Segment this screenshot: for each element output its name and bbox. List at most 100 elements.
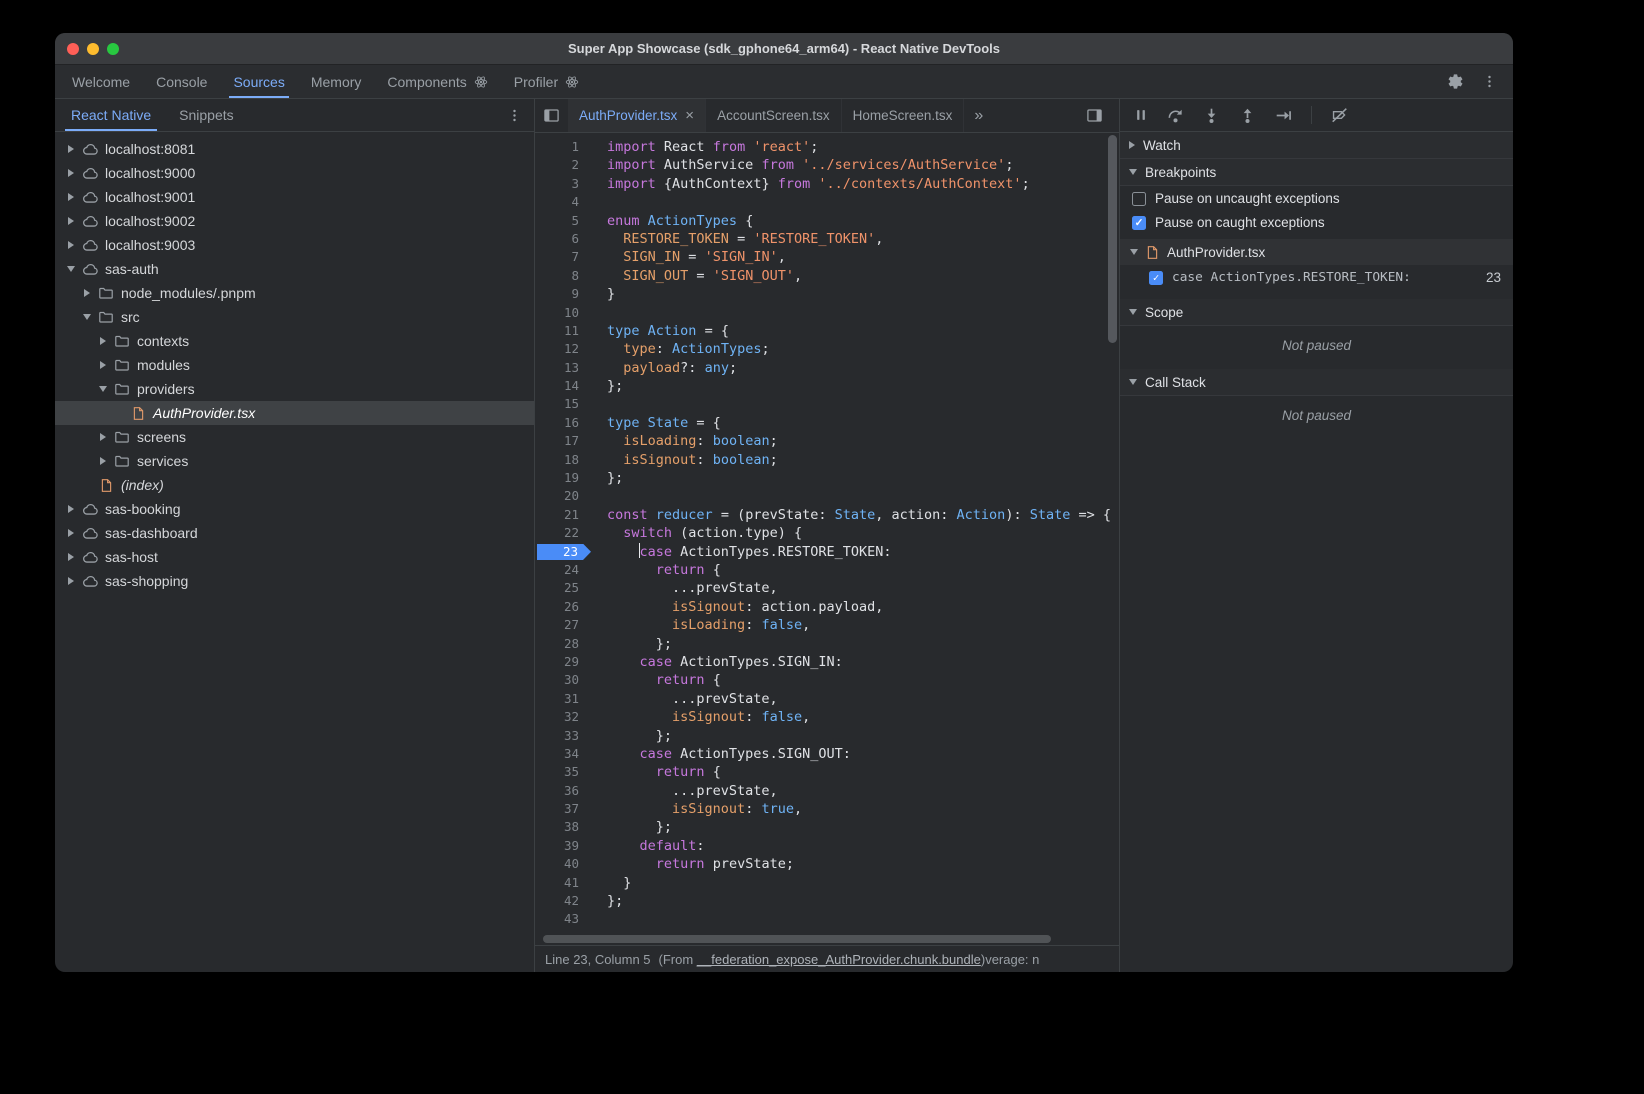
code-line-36[interactable]: 36 ...prevState,	[535, 782, 1119, 800]
code-line-24[interactable]: 24 return {	[535, 561, 1119, 579]
chevron-right-icon[interactable]	[100, 457, 106, 465]
line-number[interactable]: 24	[535, 561, 593, 579]
line-number[interactable]: 6	[535, 230, 593, 248]
line-number[interactable]: 9	[535, 285, 593, 303]
chevron-right-icon[interactable]	[68, 529, 74, 537]
code-line-18[interactable]: 18 isSignout: boolean;	[535, 451, 1119, 469]
code-line-26[interactable]: 26 isSignout: action.payload,	[535, 598, 1119, 616]
tree-item-sas-shopping[interactable]: sas-shopping	[55, 569, 534, 593]
line-number[interactable]: 42	[535, 892, 593, 910]
code-line-33[interactable]: 33 };	[535, 727, 1119, 745]
line-number[interactable]: 28	[535, 635, 593, 653]
tree-item-providers[interactable]: providers	[55, 377, 534, 401]
tab-components[interactable]: Components	[374, 65, 500, 98]
breakpoint-entry[interactable]: case ActionTypes.RESTORE_TOKEN:23	[1120, 265, 1513, 290]
code-line-28[interactable]: 28 };	[535, 635, 1119, 653]
tree-item-index[interactable]: (index)	[55, 473, 534, 497]
chevron-down-icon[interactable]	[83, 314, 91, 320]
line-number[interactable]: 40	[535, 855, 593, 873]
tree-item-localhost-9000[interactable]: localhost:9000	[55, 161, 534, 185]
line-number[interactable]: 22	[535, 524, 593, 542]
code-line-37[interactable]: 37 isSignout: true,	[535, 800, 1119, 818]
code-line-12[interactable]: 12 type: ActionTypes;	[535, 340, 1119, 358]
pause-on-uncaught-checkbox[interactable]	[1132, 192, 1146, 206]
line-number[interactable]: 8	[535, 267, 593, 285]
chevron-right-icon[interactable]	[84, 289, 90, 297]
code-line-21[interactable]: 21const reducer = (prevState: State, act…	[535, 506, 1119, 524]
code-line-40[interactable]: 40 return prevState;	[535, 855, 1119, 873]
chevron-right-icon[interactable]	[100, 361, 106, 369]
code-line-29[interactable]: 29 case ActionTypes.SIGN_IN:	[535, 653, 1119, 671]
code-line-4[interactable]: 4	[535, 193, 1119, 211]
code-line-35[interactable]: 35 return {	[535, 763, 1119, 781]
code-line-39[interactable]: 39 default:	[535, 837, 1119, 855]
code-line-42[interactable]: 42};	[535, 892, 1119, 910]
code-line-9[interactable]: 9}	[535, 285, 1119, 303]
line-number[interactable]: 13	[535, 359, 593, 377]
chevron-right-icon[interactable]	[68, 505, 74, 513]
breakpoint-marker[interactable]: 23	[537, 544, 591, 560]
editor-tab-accountscreen-tsx[interactable]: AccountScreen.tsx	[706, 99, 842, 132]
tree-item-authprovider-tsx[interactable]: AuthProvider.tsx	[55, 401, 534, 425]
line-number[interactable]: 34	[535, 745, 593, 763]
step-over-icon[interactable]	[1167, 107, 1184, 124]
line-number[interactable]: 36	[535, 782, 593, 800]
settings-gear-icon[interactable]	[1447, 73, 1464, 90]
chevron-down-icon[interactable]	[99, 386, 107, 392]
vertical-scrollbar[interactable]	[1108, 135, 1117, 343]
line-number[interactable]: 30	[535, 671, 593, 689]
navigator-tab-snippets[interactable]: Snippets	[165, 99, 247, 131]
code-line-41[interactable]: 41 }	[535, 874, 1119, 892]
code-line-8[interactable]: 8 SIGN_OUT = 'SIGN_OUT',	[535, 267, 1119, 285]
line-number[interactable]: 33	[535, 727, 593, 745]
step-into-icon[interactable]	[1203, 107, 1220, 124]
code-line-17[interactable]: 17 isLoading: boolean;	[535, 432, 1119, 450]
tree-item-localhost-9001[interactable]: localhost:9001	[55, 185, 534, 209]
line-number[interactable]: 27	[535, 616, 593, 634]
code-line-23[interactable]: 23 case ActionTypes.RESTORE_TOKEN:	[535, 543, 1119, 561]
line-number[interactable]: 10	[535, 304, 593, 322]
code-line-10[interactable]: 10	[535, 304, 1119, 322]
navigator-tab-react-native[interactable]: React Native	[57, 99, 165, 131]
tab-console[interactable]: Console	[143, 65, 220, 98]
toggle-navigator-icon[interactable]	[535, 107, 568, 124]
code-line-7[interactable]: 7 SIGN_IN = 'SIGN_IN',	[535, 248, 1119, 266]
line-number[interactable]: 11	[535, 322, 593, 340]
scope-section-header[interactable]: Scope	[1120, 299, 1513, 326]
watch-section-header[interactable]: Watch	[1120, 132, 1513, 159]
code-line-38[interactable]: 38 };	[535, 818, 1119, 836]
chevron-right-icon[interactable]	[68, 145, 74, 153]
code-line-30[interactable]: 30 return {	[535, 671, 1119, 689]
horizontal-scrollbar[interactable]	[543, 935, 1051, 943]
code-line-13[interactable]: 13 payload?: any;	[535, 359, 1119, 377]
close-tab-icon[interactable]: ×	[685, 108, 694, 123]
code-line-22[interactable]: 22 switch (action.type) {	[535, 524, 1119, 542]
line-number[interactable]: 43	[535, 910, 593, 928]
line-number[interactable]: 16	[535, 414, 593, 432]
line-number[interactable]: 14	[535, 377, 593, 395]
code-line-5[interactable]: 5enum ActionTypes {	[535, 212, 1119, 230]
tree-item-localhost-9003[interactable]: localhost:9003	[55, 233, 534, 257]
chevron-right-icon[interactable]	[100, 337, 106, 345]
tab-profiler[interactable]: Profiler	[501, 65, 592, 98]
line-number[interactable]: 38	[535, 818, 593, 836]
chevron-down-icon[interactable]	[67, 266, 75, 272]
code-editor[interactable]: 1import React from 'react';2import AuthS…	[535, 133, 1119, 945]
chevron-right-icon[interactable]	[100, 433, 106, 441]
line-number[interactable]: 15	[535, 395, 593, 413]
code-line-27[interactable]: 27 isLoading: false,	[535, 616, 1119, 634]
tree-item-screens[interactable]: screens	[55, 425, 534, 449]
bundle-link[interactable]: __federation_expose_AuthProvider.chunk.b…	[697, 952, 981, 967]
tree-item-modules[interactable]: modules	[55, 353, 534, 377]
tab-sources[interactable]: Sources	[220, 65, 297, 98]
step-icon[interactable]	[1275, 107, 1292, 124]
pause-on-uncaught-row[interactable]: Pause on uncaught exceptions	[1120, 186, 1513, 210]
code-line-6[interactable]: 6 RESTORE_TOKEN = 'RESTORE_TOKEN',	[535, 230, 1119, 248]
chevron-right-icon[interactable]	[68, 553, 74, 561]
line-number[interactable]: 7	[535, 248, 593, 266]
code-line-31[interactable]: 31 ...prevState,	[535, 690, 1119, 708]
line-number[interactable]: 39	[535, 837, 593, 855]
line-number[interactable]: 17	[535, 432, 593, 450]
chevron-right-icon[interactable]	[68, 193, 74, 201]
tree-item-services[interactable]: services	[55, 449, 534, 473]
